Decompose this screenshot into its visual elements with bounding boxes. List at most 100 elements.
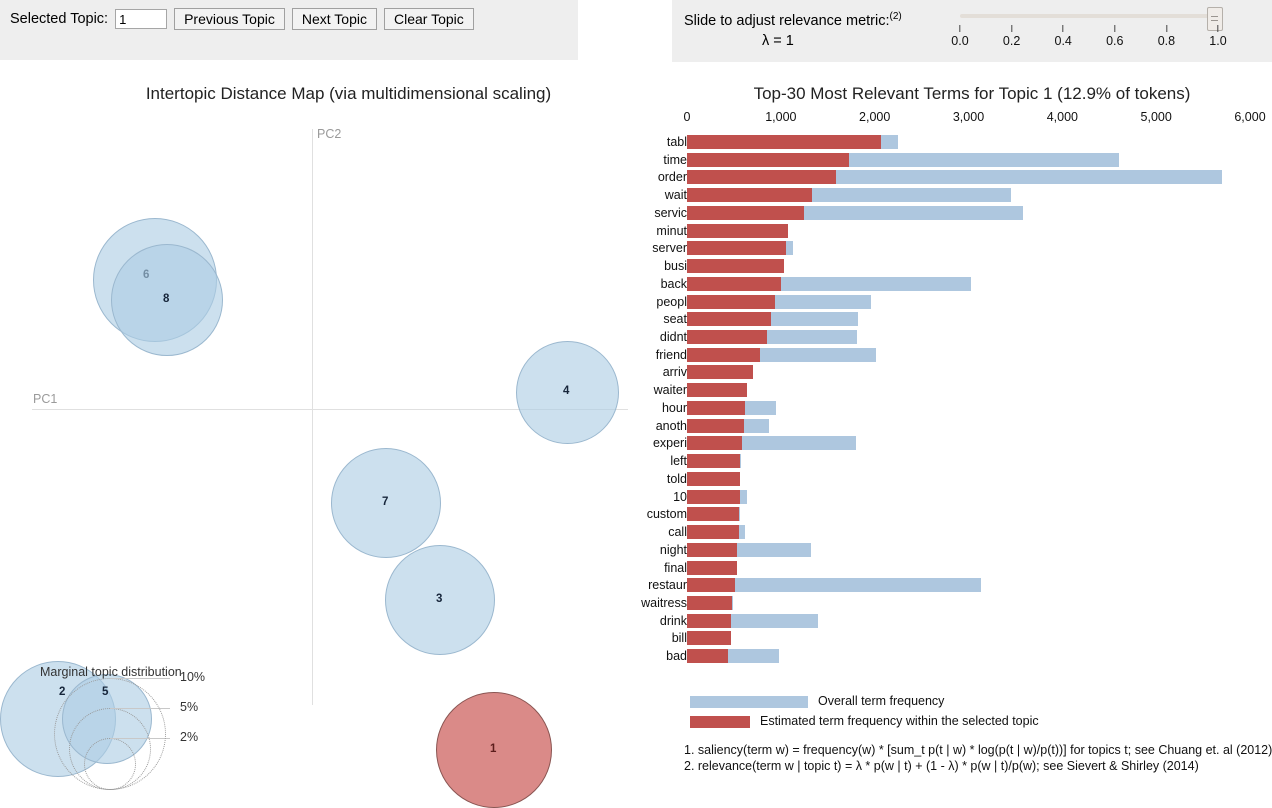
term-row[interactable]: time <box>663 152 1272 170</box>
term-label-servic[interactable]: servic <box>567 206 687 220</box>
term-row[interactable]: peopl <box>656 294 1272 312</box>
term-label-told[interactable]: told <box>567 472 687 486</box>
term-label-waitress[interactable]: waitress <box>567 596 687 610</box>
term-label-hour[interactable]: hour <box>567 401 687 415</box>
topic-frequency-bar-anoth[interactable] <box>687 418 745 433</box>
term-row[interactable]: waitress <box>641 595 1272 613</box>
topic-bubble-7[interactable] <box>331 448 441 558</box>
term-row[interactable]: friend <box>656 347 1272 365</box>
topic-frequency-bar-waiter[interactable] <box>687 383 748 398</box>
term-row[interactable]: told <box>667 471 1272 489</box>
term-label-waiter[interactable]: waiter <box>567 383 687 397</box>
term-label-night[interactable]: night <box>567 543 687 557</box>
term-label-time[interactable]: time <box>567 153 687 167</box>
term-row[interactable]: busi <box>664 258 1272 276</box>
term-row[interactable]: final <box>664 560 1272 578</box>
term-row[interactable]: 10 <box>672 489 1272 507</box>
topic-frequency-bar-servic[interactable] <box>687 205 805 220</box>
term-row[interactable]: order <box>658 169 1272 187</box>
term-label-arriv[interactable]: arriv <box>567 365 687 379</box>
term-label-drink[interactable]: drink <box>567 614 687 628</box>
term-row[interactable]: seat <box>663 311 1272 329</box>
term-row[interactable]: call <box>668 524 1272 542</box>
next-topic-button[interactable]: Next Topic <box>291 8 377 30</box>
topic-frequency-bar-arriv[interactable] <box>687 365 753 380</box>
topic-bubble-1[interactable] <box>436 692 552 808</box>
term-label-bad[interactable]: bad <box>567 649 687 663</box>
term-row[interactable]: experi <box>653 435 1272 453</box>
topic-frequency-bar-custom[interactable] <box>687 507 739 522</box>
term-label-restaur[interactable]: restaur <box>567 578 687 592</box>
topic-frequency-bar-back[interactable] <box>687 276 781 291</box>
term-row[interactable]: bill <box>672 630 1272 648</box>
term-label-bill[interactable]: bill <box>567 631 687 645</box>
selected-topic-input[interactable] <box>115 9 168 29</box>
topic-bubble-3[interactable] <box>385 545 495 655</box>
topic-frequency-bar-experi[interactable] <box>687 436 743 451</box>
term-row[interactable]: back <box>661 276 1272 294</box>
term-row[interactable]: left <box>670 453 1272 471</box>
topic-frequency-bar-hour[interactable] <box>687 400 746 415</box>
topic-frequency-bar-time[interactable] <box>687 152 850 167</box>
topic-frequency-bar-night[interactable] <box>687 542 737 557</box>
topic-frequency-bar-seat[interactable] <box>687 312 772 327</box>
term-label-didnt[interactable]: didnt <box>567 330 687 344</box>
topic-frequency-bar-left[interactable] <box>687 454 741 469</box>
term-label-custom[interactable]: custom <box>567 507 687 521</box>
topic-frequency-bar-server[interactable] <box>687 241 786 256</box>
term-label-busi[interactable]: busi <box>567 259 687 273</box>
topic-frequency-bar-didnt[interactable] <box>687 330 767 345</box>
term-label-call[interactable]: call <box>567 525 687 539</box>
term-label-minut[interactable]: minut <box>567 224 687 238</box>
term-label-wait[interactable]: wait <box>567 188 687 202</box>
term-row[interactable]: bad <box>666 648 1272 666</box>
topic-frequency-bar-busi[interactable] <box>687 259 784 274</box>
topic-frequency-bar-waitress[interactable] <box>687 595 733 610</box>
relevance-slider-track[interactable] <box>960 14 1218 18</box>
term-row[interactable]: drink <box>660 613 1272 631</box>
term-label-friend[interactable]: friend <box>567 348 687 362</box>
term-label-tabl[interactable]: tabl <box>567 135 687 149</box>
topic-frequency-bar-wait[interactable] <box>687 188 812 203</box>
term-label-order[interactable]: order <box>567 170 687 184</box>
previous-topic-button[interactable]: Previous Topic <box>174 8 285 30</box>
term-row[interactable]: custom <box>647 506 1272 524</box>
term-label-seat[interactable]: seat <box>567 312 687 326</box>
topic-frequency-bar-bad[interactable] <box>687 649 729 664</box>
term-row[interactable]: servic <box>654 205 1272 223</box>
term-row[interactable]: anoth <box>656 418 1272 436</box>
term-row[interactable]: night <box>660 542 1272 560</box>
topic-frequency-bar-minut[interactable] <box>687 223 789 238</box>
term-row[interactable]: tabl <box>667 134 1272 152</box>
topic-frequency-bar-restaur[interactable] <box>687 578 735 593</box>
topic-frequency-bar-tabl[interactable] <box>687 135 882 149</box>
term-row[interactable]: minut <box>656 223 1272 241</box>
slider-tick-mark <box>1011 25 1013 32</box>
term-row[interactable]: restaur <box>648 577 1272 595</box>
term-row[interactable]: waiter <box>654 382 1272 400</box>
topic-frequency-bar-bill[interactable] <box>687 631 732 646</box>
topic-frequency-bar-peopl[interactable] <box>687 294 776 309</box>
term-label-10[interactable]: 10 <box>567 490 687 504</box>
topic-frequency-bar-drink[interactable] <box>687 613 732 628</box>
term-row[interactable]: server <box>652 240 1272 258</box>
term-label-peopl[interactable]: peopl <box>567 295 687 309</box>
term-label-back[interactable]: back <box>567 277 687 291</box>
topic-frequency-bar-call[interactable] <box>687 525 739 540</box>
term-row[interactable]: didnt <box>660 329 1272 347</box>
topic-frequency-bar-told[interactable] <box>687 471 741 486</box>
topic-frequency-bar-order[interactable] <box>687 170 837 185</box>
topic-frequency-bar-friend[interactable] <box>687 347 761 362</box>
topic-bubble-8[interactable] <box>111 244 223 356</box>
term-label-experi[interactable]: experi <box>567 436 687 450</box>
term-row[interactable]: wait <box>665 187 1272 205</box>
term-label-anoth[interactable]: anoth <box>567 419 687 433</box>
term-label-final[interactable]: final <box>567 561 687 575</box>
topic-frequency-bar-final[interactable] <box>687 560 737 575</box>
term-row[interactable]: arriv <box>663 364 1272 382</box>
term-label-server[interactable]: server <box>567 241 687 255</box>
term-label-left[interactable]: left <box>567 454 687 468</box>
clear-topic-button[interactable]: Clear Topic <box>383 8 474 30</box>
topic-frequency-bar-10[interactable] <box>687 489 740 504</box>
term-row[interactable]: hour <box>662 400 1272 418</box>
